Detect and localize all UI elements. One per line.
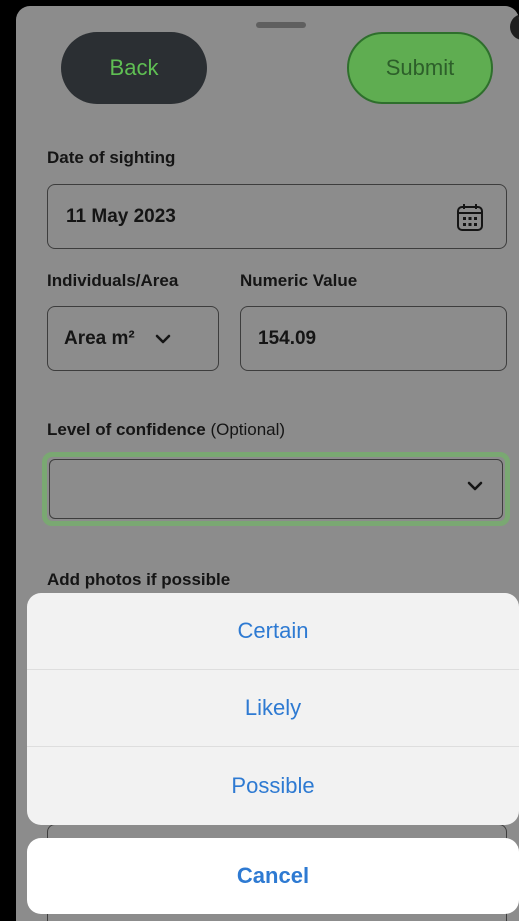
avatar — [510, 14, 519, 40]
confidence-label: Level of confidence (Optional) — [47, 420, 285, 440]
action-possible[interactable]: Possible — [27, 747, 519, 824]
date-label: Date of sighting — [47, 148, 176, 167]
submit-button[interactable]: Submit — [347, 32, 493, 104]
confidence-action-sheet: Certain Likely Possible — [27, 593, 519, 825]
confidence-label-text: Level of confidence — [47, 420, 206, 439]
optional-hint: (Optional) — [210, 420, 286, 439]
individuals-label: Individuals/Area — [47, 271, 179, 290]
photos-label: Add photos if possible — [47, 570, 231, 589]
confidence-select-inner — [49, 459, 503, 519]
date-value: 11 May 2023 — [66, 205, 176, 227]
individuals-select[interactable]: Area m² — [47, 306, 219, 371]
individuals-value: Area m² — [64, 327, 135, 349]
numeric-label: Numeric Value — [240, 271, 358, 290]
action-certain[interactable]: Certain — [27, 593, 519, 670]
action-likely[interactable]: Likely — [27, 670, 519, 747]
numeric-value: 154.09 — [258, 327, 317, 349]
back-button[interactable]: Back — [61, 32, 207, 104]
confidence-select[interactable] — [42, 452, 510, 526]
calendar-icon[interactable] — [456, 202, 484, 232]
sheet-grabber[interactable] — [256, 22, 306, 28]
chevron-down-icon — [467, 481, 483, 491]
numeric-value-input[interactable]: 154.09 — [240, 306, 507, 371]
date-field[interactable]: 11 May 2023 — [47, 184, 507, 249]
cancel-button[interactable]: Cancel — [27, 838, 519, 914]
chevron-down-icon — [155, 334, 171, 344]
